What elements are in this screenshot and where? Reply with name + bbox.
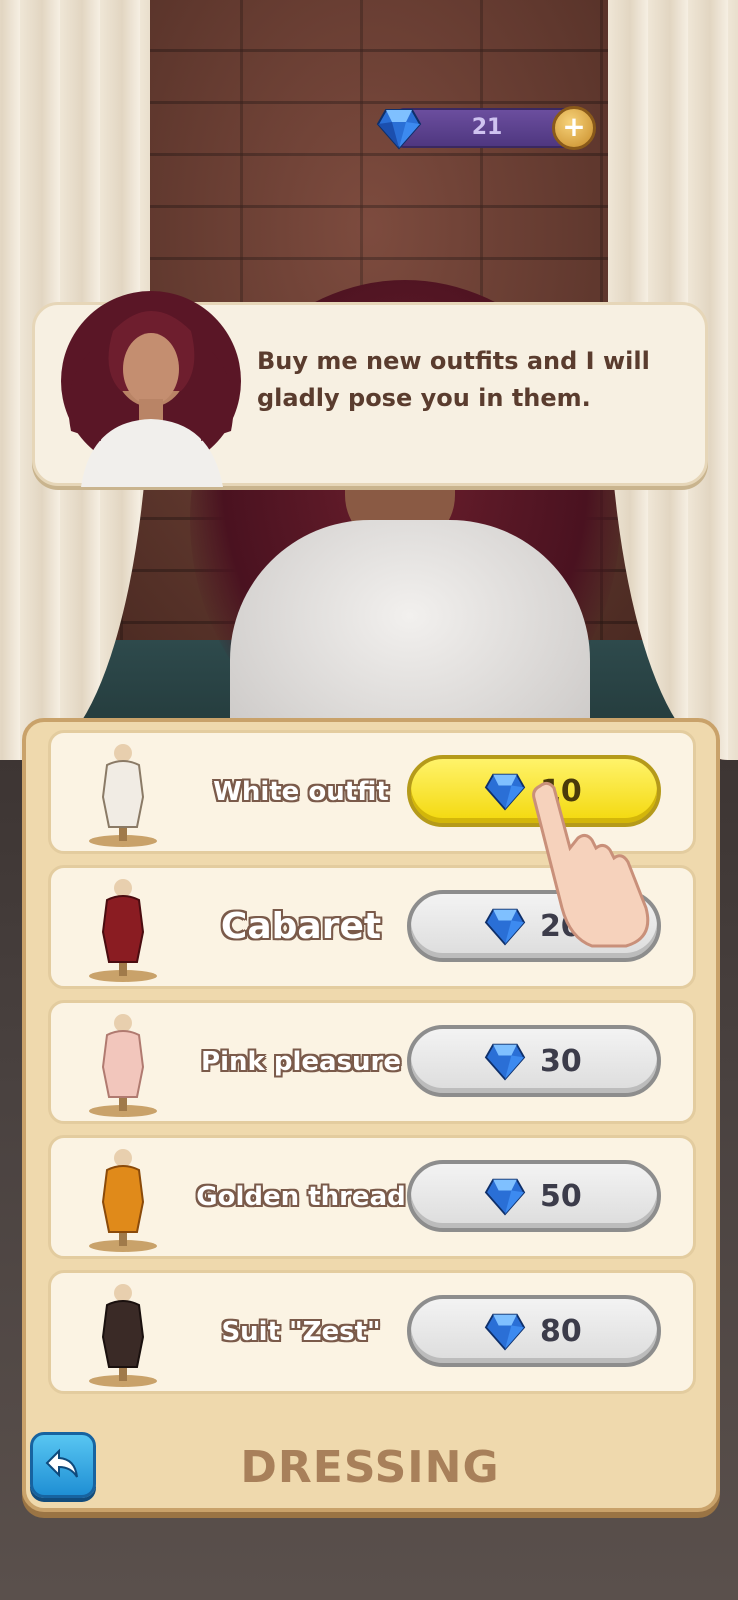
shop-item-row: White outfit 10 xyxy=(48,730,696,854)
outfit-mannequin-icon xyxy=(89,1284,157,1387)
buy-button-suit-zest[interactable]: 80 xyxy=(407,1295,661,1367)
shop-panel: White outfit 10 Cabaret 20 Pink pleasure… xyxy=(22,718,720,1512)
gem-icon xyxy=(484,1178,526,1216)
shop-item-row: Golden thread 50 xyxy=(48,1135,696,1259)
panel-title: DRESSING xyxy=(240,1442,500,1493)
item-price: 80 xyxy=(540,1313,582,1349)
outfit-mannequin-icon xyxy=(89,879,157,982)
buy-button-golden-thread[interactable]: 50 xyxy=(407,1160,661,1232)
item-name: Pink pleasure xyxy=(201,1047,401,1077)
buy-button-white-outfit[interactable]: 10 xyxy=(407,755,661,827)
dialog-card: Buy me new outfits and I will gladly pos… xyxy=(32,291,708,487)
item-price: 20 xyxy=(540,908,582,944)
outfit-mannequin-icon xyxy=(89,1014,157,1117)
gem-icon xyxy=(484,1043,526,1081)
buy-button-pink-pleasure[interactable]: 30 xyxy=(407,1025,661,1097)
back-button[interactable] xyxy=(30,1432,96,1498)
add-gems-button[interactable]: + xyxy=(552,106,596,150)
dialog-text: Buy me new outfits and I will gladly pos… xyxy=(257,347,650,412)
character-portrait xyxy=(51,291,251,487)
shop-item-row: Cabaret 20 xyxy=(48,865,696,989)
item-price: 10 xyxy=(540,773,582,809)
gem-icon xyxy=(484,773,526,811)
item-name: White outfit xyxy=(213,777,389,807)
gem-amount: 21 xyxy=(471,115,503,140)
gem-counter: 21 + xyxy=(376,102,596,154)
gem-icon xyxy=(484,1313,526,1351)
shop-item-row: Pink pleasure 30 xyxy=(48,1000,696,1124)
back-arrow-icon xyxy=(45,1448,78,1478)
outfit-mannequin-icon xyxy=(89,744,157,847)
item-name: Cabaret xyxy=(220,906,382,947)
shop-item-row: Suit "Zest" 80 xyxy=(48,1270,696,1394)
item-price: 50 xyxy=(540,1178,582,1214)
plus-icon: + xyxy=(562,110,586,143)
buy-button-cabaret[interactable]: 20 xyxy=(407,890,661,962)
item-name: Suit "Zest" xyxy=(221,1317,381,1347)
outfit-mannequin-icon xyxy=(89,1149,157,1252)
gem-icon xyxy=(376,109,422,150)
item-name: Golden thread xyxy=(196,1182,406,1212)
item-price: 30 xyxy=(540,1043,582,1079)
gem-icon xyxy=(484,908,526,946)
